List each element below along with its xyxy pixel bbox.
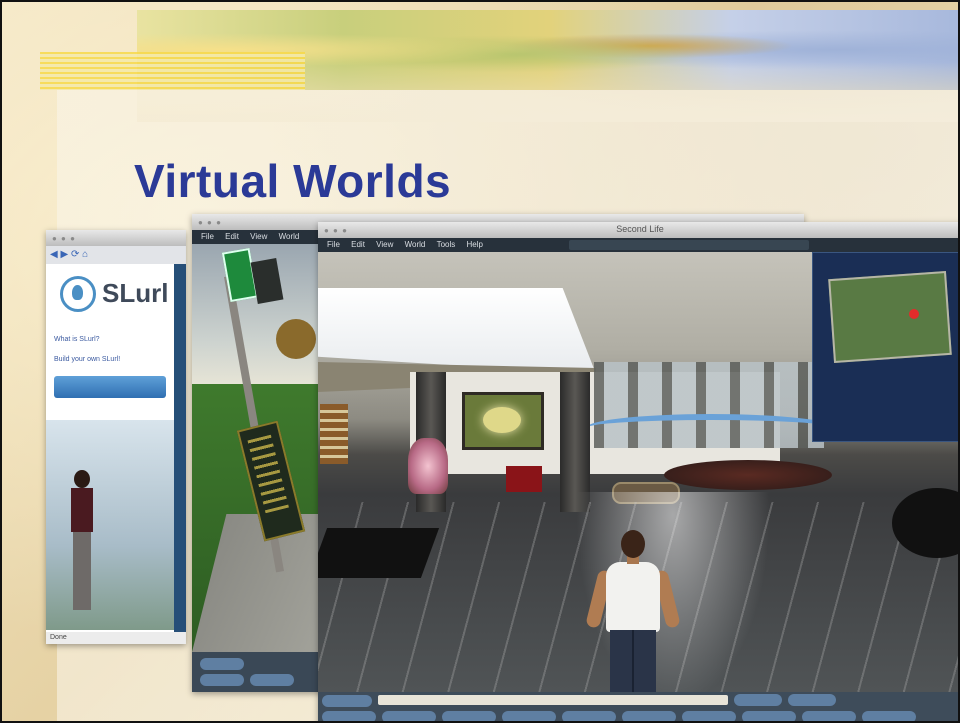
menu-file[interactable]: File (201, 232, 214, 241)
slurl-action-button[interactable] (54, 376, 166, 398)
toolbar-button[interactable] (742, 711, 796, 721)
browser-sidebar (174, 264, 186, 634)
back-arrow-icon[interactable]: ◀ (50, 249, 58, 260)
toolbar-button[interactable] (622, 711, 676, 721)
fountain (664, 460, 832, 490)
toolbar-button[interactable] (200, 674, 244, 686)
mini-map[interactable] (812, 252, 958, 442)
flower-arrangement (408, 438, 448, 494)
toolbar-button[interactable] (562, 711, 616, 721)
forward-arrow-icon[interactable]: ▶ (60, 249, 68, 260)
browser-toolbar: ◀ ▶ ⟳ ⌂ (46, 246, 186, 264)
painting (462, 392, 544, 450)
toolbar-button[interactable] (442, 711, 496, 721)
toolbar-button[interactable] (788, 694, 836, 706)
slurl-avatar-image (66, 470, 98, 610)
player-avatar (585, 530, 681, 718)
menu-view[interactable]: View (250, 232, 267, 241)
slurl-logo-icon (60, 276, 96, 312)
blue-bridge (586, 414, 836, 442)
red-sofa (506, 466, 542, 492)
browser-status-bar: Done (46, 632, 186, 644)
menu-view[interactable]: View (376, 240, 393, 249)
white-roof (318, 288, 596, 374)
decorative-stripes (40, 52, 305, 90)
location-marker-icon (909, 309, 919, 319)
toolbar-button[interactable] (682, 711, 736, 721)
browser-titlebar: ● ● ● (46, 230, 186, 246)
sl-front-menubar: File Edit View World Tools Help (318, 238, 958, 252)
bookshelf (320, 404, 348, 464)
browser-window: ● ● ● ◀ ▶ ⟳ ⌂ SLurl What is SLurl? Build… (46, 230, 186, 644)
mini-map-land (828, 270, 952, 364)
chat-input[interactable] (378, 695, 728, 705)
menu-help[interactable]: Help (467, 240, 483, 249)
menu-tools[interactable]: Tools (437, 240, 456, 249)
black-rug (318, 528, 440, 578)
location-bar[interactable] (569, 240, 809, 250)
slurl-logo-text: SLurl (102, 278, 169, 308)
menu-world[interactable]: World (279, 232, 300, 241)
reload-icon[interactable]: ⟳ (71, 249, 79, 260)
toolbar-button[interactable] (802, 711, 856, 721)
what-is-slurl-link[interactable]: What is SLurl? (54, 336, 100, 343)
build-slurl-link[interactable]: Build your own SLurl! (54, 356, 120, 363)
window-controls-icon[interactable]: ● ● ● (52, 234, 76, 243)
tree-image (276, 319, 316, 359)
toolbar-button[interactable] (502, 711, 556, 721)
slide: Virtual Worlds ● ● ● ◀ ▶ ⟳ ⌂ SLurl What … (0, 0, 960, 723)
toolbar-button[interactable] (382, 711, 436, 721)
home-icon[interactable]: ⌂ (82, 249, 88, 260)
toolbar-button[interactable] (322, 711, 376, 721)
menu-world[interactable]: World (405, 240, 426, 249)
slide-title: Virtual Worlds (134, 155, 452, 207)
pillar (560, 372, 590, 512)
sl-front-bottom-toolbar (318, 692, 958, 721)
menu-file[interactable]: File (327, 240, 340, 249)
second-life-window-front: ● ● ● Second Life File Edit View World T… (318, 222, 958, 721)
chat-button[interactable] (200, 658, 244, 670)
window-title: Second Life (616, 224, 664, 234)
menu-edit[interactable]: Edit (351, 240, 365, 249)
sl-front-titlebar: ● ● ● Second Life (318, 222, 958, 238)
toolbar-button[interactable] (250, 674, 294, 686)
window-controls-icon[interactable]: ● ● ● (198, 218, 222, 227)
menu-edit[interactable]: Edit (225, 232, 239, 241)
toolbar-button[interactable] (862, 711, 916, 721)
toolbar-button[interactable] (734, 694, 782, 706)
chat-button[interactable] (322, 695, 372, 707)
